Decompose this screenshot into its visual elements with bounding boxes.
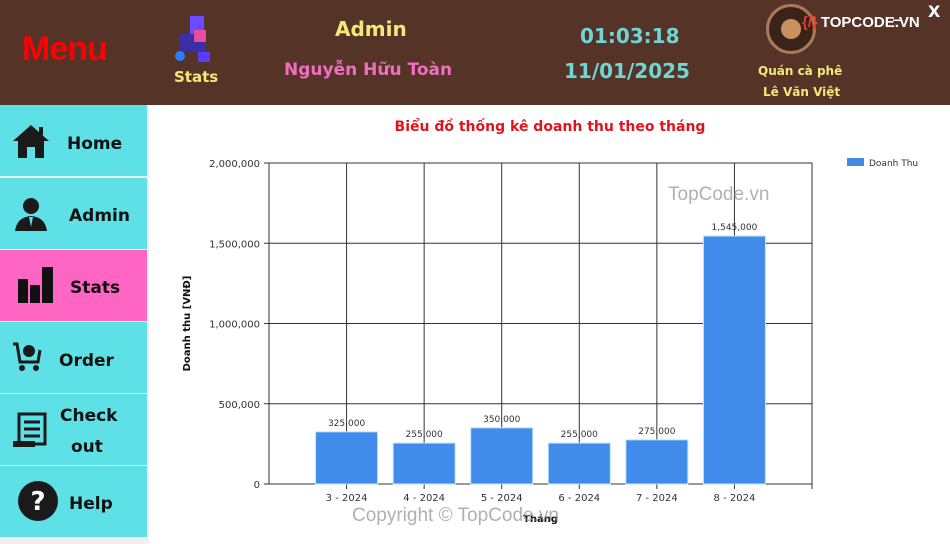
data-label: 1,545,000 bbox=[712, 223, 758, 233]
y-tick-label: 500,000 bbox=[219, 400, 260, 411]
x-tick-label: 5 - 2024 bbox=[481, 493, 523, 504]
data-label: 255,000 bbox=[561, 430, 598, 440]
watermark-center: TopCode.vn bbox=[668, 184, 770, 205]
data-label: 325,000 bbox=[328, 419, 365, 429]
x-tick-label: 3 - 2024 bbox=[326, 493, 368, 504]
y-tick-label: 0 bbox=[254, 480, 260, 491]
data-label: 350,000 bbox=[483, 415, 520, 425]
revenue-bar-chart: 0 500,000 1,000,000 1,500,000 2,000,000 325,0… bbox=[182, 158, 918, 525]
legend-swatch bbox=[847, 158, 864, 166]
x-tick-label: 6 - 2024 bbox=[558, 493, 600, 504]
x-tick-label: 7 - 2024 bbox=[636, 493, 678, 504]
x-tick-label: 4 - 2024 bbox=[403, 493, 445, 504]
legend-label: Doanh Thu bbox=[869, 159, 918, 169]
watermark-copyright: Copyright © TopCode.vn bbox=[352, 505, 559, 526]
bar bbox=[625, 439, 689, 485]
y-tick-label: 1,000,000 bbox=[209, 320, 260, 331]
x-tick-label: 8 - 2024 bbox=[714, 493, 756, 504]
y-tick-label: 1,500,000 bbox=[209, 239, 260, 250]
bar bbox=[392, 442, 456, 485]
bar bbox=[315, 431, 379, 485]
bar bbox=[470, 427, 534, 485]
bar bbox=[547, 442, 611, 485]
data-label: 275,000 bbox=[638, 427, 675, 437]
y-tick-label: 2,000,000 bbox=[209, 159, 260, 170]
y-axis-label: Doanh thu [VNĐ] bbox=[182, 276, 193, 372]
data-label: 255,000 bbox=[406, 430, 443, 440]
bar bbox=[702, 235, 766, 485]
